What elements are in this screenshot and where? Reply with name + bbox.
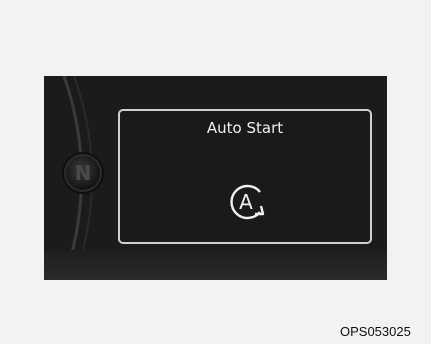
cluster-lower-trim — [44, 250, 387, 280]
auto-start-letter: A — [239, 190, 253, 214]
auto-start-icon: A — [230, 184, 265, 220]
instrument-cluster-panel: N Auto Start A — [44, 76, 387, 280]
gear-indicator: N — [64, 154, 102, 192]
lcd-display: Auto Start A — [118, 109, 372, 244]
display-title: Auto Start — [206, 119, 284, 137]
figure-code: OPS053025 — [340, 324, 411, 339]
